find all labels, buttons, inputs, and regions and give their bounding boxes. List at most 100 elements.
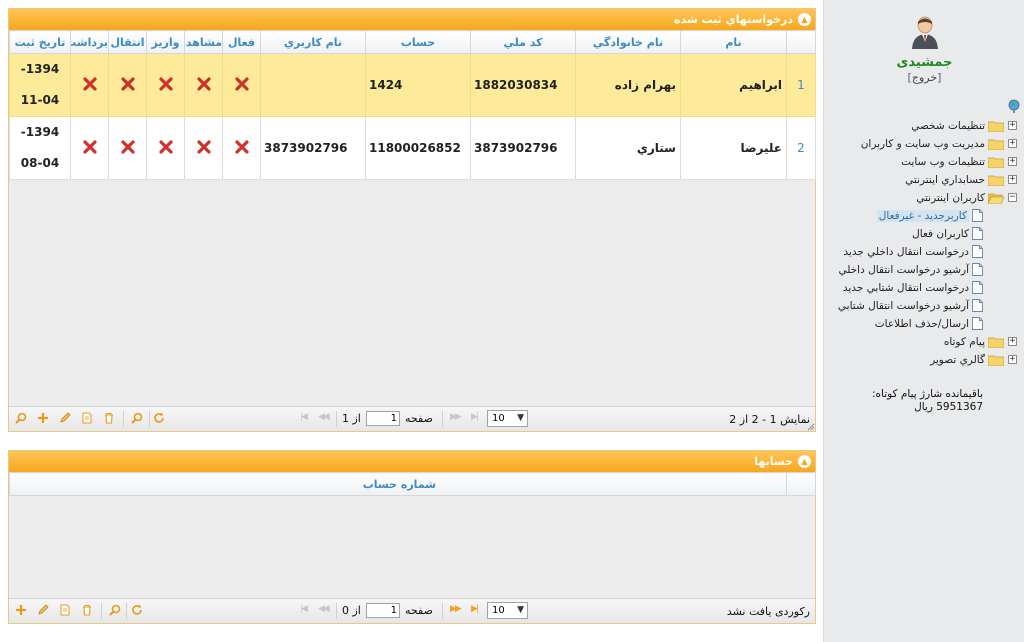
tree-item-internet-accounting[interactable]: + حسابداري اينترنتي bbox=[905, 171, 1017, 188]
search-icon[interactable] bbox=[131, 412, 143, 424]
table-row[interactable]: 1 ابراهيم بهرام زاده 1882030834 1424 139… bbox=[9, 53, 816, 117]
column-header-view[interactable]: مشاهده bbox=[184, 30, 223, 54]
page-number-input[interactable] bbox=[366, 603, 400, 618]
column-header-date[interactable]: تاريخ ثبت bbox=[9, 30, 71, 54]
expand-icon[interactable]: + bbox=[1008, 337, 1017, 346]
cell-active[interactable] bbox=[222, 53, 261, 117]
search-icon[interactable] bbox=[109, 604, 121, 616]
user-avatar-icon bbox=[912, 16, 938, 49]
first-page-icon[interactable]: |◀ bbox=[300, 604, 308, 614]
column-header-active[interactable]: فعال bbox=[222, 30, 261, 54]
delete-icon[interactable] bbox=[81, 604, 93, 616]
tree-item-new-inactive-user[interactable]: کاربرجديد - غيرفعال bbox=[876, 207, 983, 224]
expand-icon[interactable]: + bbox=[1008, 121, 1017, 130]
cell-active[interactable] bbox=[222, 116, 261, 180]
collapse-icon[interactable]: − bbox=[1008, 193, 1017, 202]
x-icon[interactable] bbox=[158, 76, 174, 92]
logout-link[interactable]: [خروج] bbox=[824, 71, 1024, 84]
tree-item-new-internal-transfer[interactable]: درخواست انتقال داخلي جديد bbox=[843, 243, 983, 260]
page-size-select[interactable]: 10 ▼ bbox=[487, 602, 528, 619]
resize-grip-icon[interactable] bbox=[807, 423, 815, 431]
expand-icon[interactable]: + bbox=[1008, 175, 1017, 184]
no-records-text: رکوردی یافت نشد bbox=[726, 605, 810, 618]
tree-item-internal-transfer-archive[interactable]: آرشيو درخواست انتقال داخلي bbox=[838, 261, 983, 278]
tree-item-sms[interactable]: + پيام کوتاه bbox=[944, 333, 1017, 350]
page-icon bbox=[972, 209, 983, 222]
cell-username bbox=[260, 53, 366, 117]
tree-item-image-gallery[interactable]: + گالري تصوير bbox=[930, 351, 1017, 368]
cell-withdraw[interactable] bbox=[70, 53, 109, 117]
column-header-username[interactable]: نام کاربري bbox=[260, 30, 366, 54]
folder-icon bbox=[988, 139, 1004, 150]
x-icon[interactable] bbox=[234, 139, 250, 155]
cell-transfer[interactable] bbox=[108, 116, 147, 180]
cell-view[interactable] bbox=[184, 53, 223, 117]
next-page-icon[interactable]: ▶▶ bbox=[450, 412, 462, 422]
search-icon[interactable] bbox=[15, 412, 27, 424]
cell-transfer[interactable] bbox=[108, 53, 147, 117]
first-page-icon[interactable]: |◀ bbox=[300, 412, 308, 422]
tree-item-new-shetab-transfer[interactable]: درخواست انتقال شتابي جديد bbox=[843, 279, 983, 296]
expand-icon[interactable]: + bbox=[1008, 157, 1017, 166]
next-page-icon[interactable]: ▶▶ bbox=[450, 604, 462, 614]
x-icon[interactable] bbox=[158, 139, 174, 155]
cell-date-part-day: 11-04 bbox=[20, 93, 60, 107]
page-number-input[interactable] bbox=[366, 411, 400, 426]
logout-label[interactable]: خروج bbox=[912, 71, 937, 84]
column-header-transfer[interactable]: انتقال bbox=[108, 30, 147, 54]
tree-item-active-users[interactable]: کاربران فعال bbox=[912, 225, 983, 242]
cell-date-part-year: 1394- bbox=[20, 62, 60, 76]
tree-item-internet-users[interactable]: − کاربران اينترنتي bbox=[916, 189, 1017, 206]
column-header-national-code[interactable]: کد ملي bbox=[470, 30, 576, 54]
chevron-down-icon: ▼ bbox=[517, 413, 524, 423]
last-page-icon[interactable]: ▶| bbox=[471, 604, 479, 614]
tree-item-send-delete-info[interactable]: ارسال/حذف اطلاعات bbox=[875, 315, 983, 332]
view-icon[interactable] bbox=[81, 412, 93, 424]
cell-deposit[interactable] bbox=[146, 53, 185, 117]
add-icon[interactable] bbox=[15, 604, 27, 616]
column-header-account-number[interactable]: شماره حساب bbox=[9, 472, 787, 496]
cell-view[interactable] bbox=[184, 116, 223, 180]
column-header-withdraw[interactable]: برداشت bbox=[70, 30, 109, 54]
globe-icon[interactable] bbox=[1008, 99, 1020, 113]
expand-icon[interactable]: + bbox=[1008, 355, 1017, 364]
cell-deposit[interactable] bbox=[146, 116, 185, 180]
tree-item-personal-settings[interactable]: + تنظيمات شخصي bbox=[911, 117, 1017, 134]
column-header-family[interactable]: نام خانوادگي bbox=[575, 30, 681, 54]
expand-icon[interactable]: + bbox=[1008, 139, 1017, 148]
delete-icon[interactable] bbox=[103, 412, 115, 424]
collapse-panel-icon[interactable]: ▲ bbox=[798, 455, 811, 468]
column-header-account[interactable]: حساب bbox=[365, 30, 471, 54]
cell-withdraw[interactable] bbox=[70, 116, 109, 180]
x-icon[interactable] bbox=[234, 76, 250, 92]
x-icon[interactable] bbox=[82, 76, 98, 92]
tree-item-site-settings[interactable]: + تنظيمات وب سايت bbox=[901, 153, 1017, 170]
last-page-icon[interactable]: ▶| bbox=[471, 412, 479, 422]
collapse-panel-icon[interactable]: ▲ bbox=[798, 13, 811, 26]
tree-item-site-management[interactable]: + مديريت وب سايت و کاربران bbox=[861, 135, 1017, 152]
x-icon[interactable] bbox=[196, 76, 212, 92]
x-icon[interactable] bbox=[120, 76, 136, 92]
edit-icon[interactable] bbox=[59, 412, 71, 424]
x-icon[interactable] bbox=[120, 139, 136, 155]
tree-item-label: گالري تصوير bbox=[930, 353, 985, 366]
page-size-select[interactable]: 10 ▼ bbox=[487, 410, 528, 427]
refresh-icon[interactable] bbox=[153, 412, 165, 424]
view-icon[interactable] bbox=[59, 604, 71, 616]
table-row[interactable]: 2 عليرضا ستاري 3873902796 11800026852 38… bbox=[9, 116, 816, 180]
cell-national-code: 3873902796 bbox=[470, 116, 576, 180]
prev-page-icon[interactable]: ◀◀ bbox=[318, 604, 330, 614]
column-header-name[interactable]: نام bbox=[680, 30, 787, 54]
tree-item-label: تنظيمات شخصي bbox=[911, 119, 985, 132]
cell-family: ستاري bbox=[575, 116, 681, 180]
x-icon[interactable] bbox=[196, 139, 212, 155]
add-icon[interactable] bbox=[37, 412, 49, 424]
tree-item-shetab-transfer-archive[interactable]: آرشيو درخواست انتقال شتابي bbox=[838, 297, 983, 314]
refresh-icon[interactable] bbox=[131, 604, 143, 616]
tree-item-label: مديريت وب سايت و کاربران bbox=[860, 137, 985, 150]
prev-page-icon[interactable]: ◀◀ bbox=[318, 412, 330, 422]
edit-icon[interactable] bbox=[37, 604, 49, 616]
column-header-deposit[interactable]: واريز bbox=[146, 30, 185, 54]
toolbar-separator bbox=[336, 411, 337, 427]
x-icon[interactable] bbox=[82, 139, 98, 155]
